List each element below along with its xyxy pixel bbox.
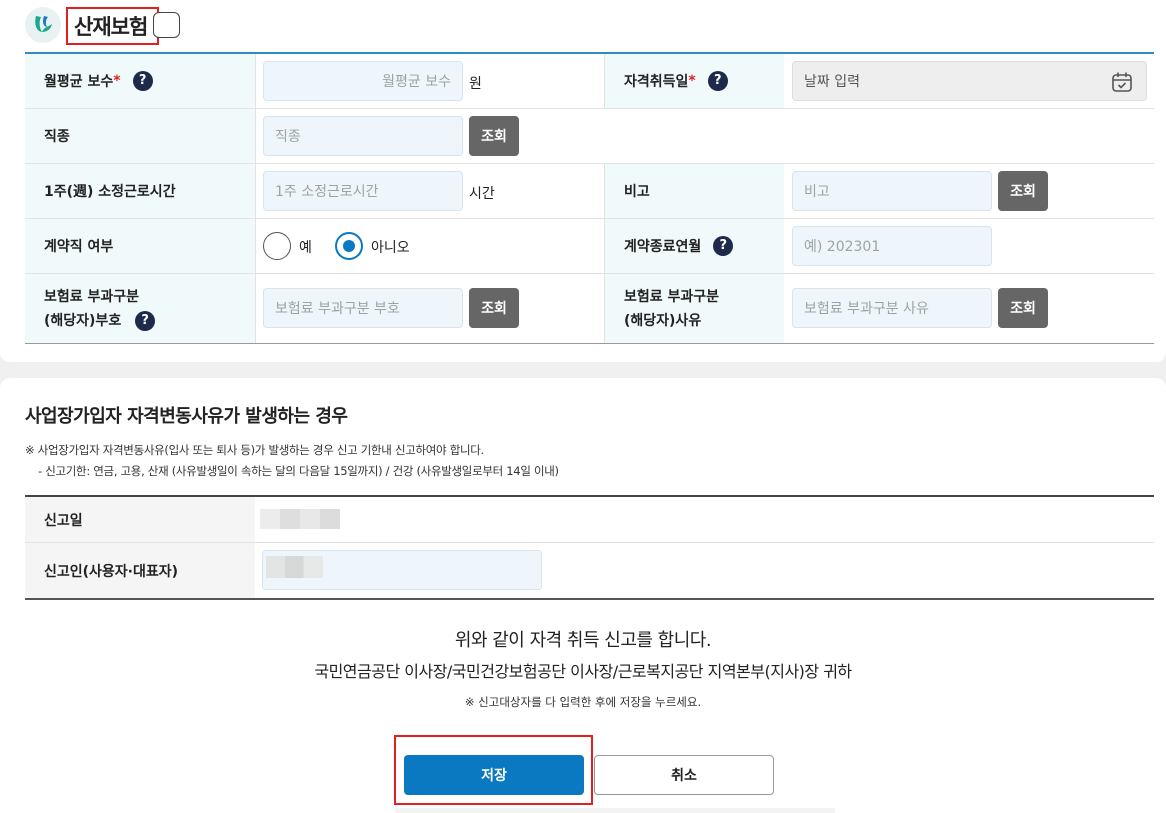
remarks-input[interactable]: 비고 [792,171,992,211]
occupation-search-button[interactable]: 조회 [469,116,519,156]
report-date-label: 신고일 [25,497,255,542]
help-icon[interactable]: ? [135,310,156,331]
help-icon[interactable]: ? [132,71,153,91]
work-hours-input[interactable]: 1주 소정근로시간 [263,171,463,211]
insurance-form-table: 월평균 보수 * ? 월평균 보수 원 자격취득일 * ? 날짜 입력 직종 직… [25,52,1154,344]
page-title: 산재보험 [74,15,148,39]
deadline-note: - 신고기한: 연금, 고용, 산재 (사유발생일이 속하는 달의 다음달 15… [38,464,559,478]
bottom-shadow [395,808,835,813]
form-row-premium-class: 보험료 부과구분 (해당자)부호? 보험료 부과구분 부호 조회 보험료 부과구… [25,274,1154,343]
wage-input[interactable]: 월평균 보수 [263,61,463,101]
report-date-row: 신고일 [25,497,1154,543]
form-row-contract: 계약직 여부 예 아니오 계약종료연월 ? 예) 202301 [25,219,1154,274]
premium-reason-label: 보험료 부과구분 (해당자)사유 [604,274,784,343]
occupation-input[interactable]: 직종 [263,116,463,156]
report-date-value-redacted [260,509,340,529]
cancel-button[interactable]: 취소 [594,755,774,795]
premium-code-search-button[interactable]: 조회 [469,288,519,328]
help-icon[interactable]: ? [713,236,734,256]
section-title: 사업장가입자 자격변동사유가 발생하는 경우 [25,406,348,427]
occupation-label: 직종 [25,109,255,163]
work-hours-label: 1주(週) 소정근로시간 [25,164,255,218]
premium-reason-search-button[interactable]: 조회 [998,288,1048,328]
contract-no-label[interactable]: 아니오 [371,237,410,257]
section-note: ※ 사업장가입자 자격변동사유(입사 또는 퇴사 등)가 발생하는 경우 신고 … [25,443,484,457]
report-table: 신고일 신고인(사용자·대표자) [25,495,1154,600]
premium-reason-input[interactable]: 보험료 부과구분 사유 [792,288,992,328]
declaration-statement: 위와 같이 자격 취득 신고를 합니다. [454,630,712,651]
help-icon[interactable]: ? [707,71,728,91]
acquisition-date-input[interactable]: 날짜 입력 [792,61,1147,101]
section-toggle[interactable] [153,12,180,38]
contract-no-radio[interactable] [335,232,363,260]
remarks-search-button[interactable]: 조회 [998,171,1048,211]
contract-yes-label[interactable]: 예 [299,237,312,257]
reporter-value-redacted [266,556,323,578]
premium-code-label: 보험료 부과구분 (해당자)부호? [25,274,255,343]
reporter-label: 신고인(사용자·대표자) [25,543,255,598]
save-instruction: ※ 신고대상자를 다 입력한 후에 저장을 누르세요. [464,695,702,709]
contract-end-input[interactable]: 예) 202301 [792,226,992,266]
work-hours-unit: 시간 [469,186,495,202]
remarks-label: 비고 [604,164,784,218]
contract-yes-radio[interactable] [263,232,291,260]
acquisition-date-label: 자격취득일 * ? [604,54,784,108]
premium-code-input[interactable]: 보험료 부과구분 부호 [263,288,463,328]
calendar-icon[interactable] [1111,71,1133,97]
wage-unit: 원 [469,76,482,92]
contract-end-label: 계약종료연월 ? [604,219,784,273]
form-row-wage: 월평균 보수 * ? 월평균 보수 원 자격취득일 * ? 날짜 입력 [25,54,1154,109]
reporter-row: 신고인(사용자·대표자) [25,543,1154,598]
form-row-occupation: 직종 직종 조회 [25,109,1154,164]
form-row-work-hours: 1주(週) 소정근로시간 1주 소정근로시간 시간 비고 비고 조회 [25,164,1154,219]
contract-label: 계약직 여부 [25,219,255,273]
agency-logo [25,7,61,43]
declaration-recipient: 국민연금공단 이사장/국민건강보험공단 이사장/근로복지공단 지역본부(지사)장… [314,662,852,681]
save-button[interactable]: 저장 [404,755,584,795]
reporter-input[interactable] [262,550,542,590]
wage-label: 월평균 보수 * ? [25,54,255,108]
